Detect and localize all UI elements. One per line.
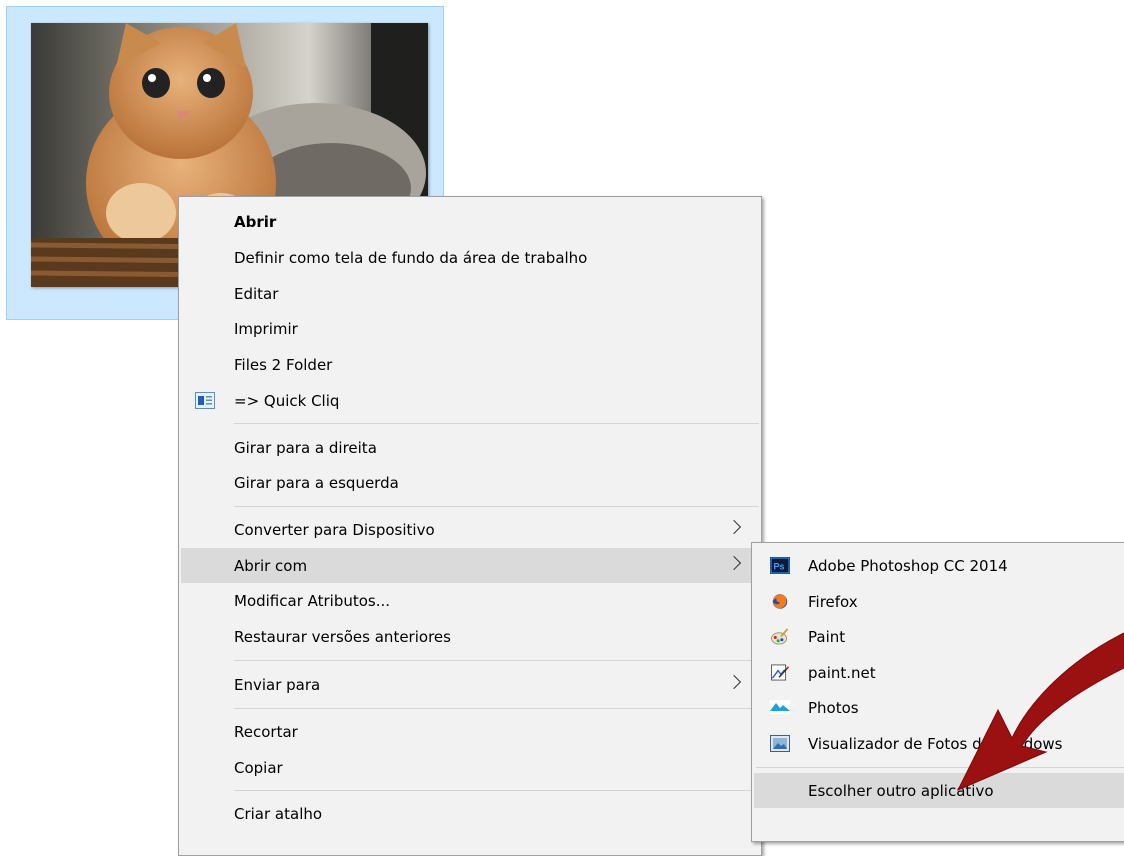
context-menu: Abrir Definir como tela de fundo da área… <box>178 196 762 856</box>
submenu-item-photo-viewer[interactable]: Visualizador de Fotos do Windows <box>754 726 1124 761</box>
submenu-item-photos[interactable]: Photos <box>754 690 1124 725</box>
photoshop-icon: Ps <box>770 557 790 574</box>
menu-item-copiar[interactable]: Copiar <box>181 750 759 785</box>
chevron-right-icon <box>726 555 742 571</box>
menu-item-label: Modificar Atributos... <box>234 591 391 610</box>
menu-separator <box>234 423 759 424</box>
menu-item-label: Converter para Dispositivo <box>234 520 435 539</box>
menu-item-label: Enviar para <box>234 675 321 694</box>
svg-text:Ps: Ps <box>774 562 785 572</box>
menu-item-files-2-folder[interactable]: Files 2 Folder <box>181 347 759 382</box>
menu-separator <box>234 790 759 791</box>
chevron-right-icon <box>726 519 742 535</box>
menu-item-label: Girar para a esquerda <box>234 473 399 492</box>
menu-item-label: Girar para a direita <box>234 438 377 457</box>
paintnet-icon <box>771 664 790 681</box>
menu-item-set-wallpaper[interactable]: Definir como tela de fundo da área de tr… <box>181 240 759 275</box>
menu-separator <box>234 506 759 507</box>
firefox-icon <box>772 594 788 609</box>
chevron-right-icon <box>726 674 742 690</box>
submenu-item-paintnet[interactable]: paint.net <box>754 655 1124 690</box>
submenu-separator <box>756 767 1124 768</box>
submenu-item-paint[interactable]: Paint <box>754 619 1124 654</box>
submenu-item-label: Paint <box>808 627 846 646</box>
menu-item-label: Recortar <box>234 722 298 741</box>
open-with-submenu: Ps Adobe Photoshop CC 2014 Firefox Paint… <box>751 542 1124 842</box>
submenu-item-firefox[interactable]: Firefox <box>754 584 1124 619</box>
menu-item-create-shortcut[interactable]: Criar atalho <box>181 796 759 831</box>
submenu-item-label: Firefox <box>808 592 858 611</box>
menu-item-restore-versions[interactable]: Restaurar versões anteriores <box>181 619 759 654</box>
menu-item-rotate-left[interactable]: Girar para a esquerda <box>181 465 759 500</box>
menu-item-modify-attributes[interactable]: Modificar Atributos... <box>181 583 759 618</box>
quick-cliq-icon <box>195 392 215 409</box>
menu-item-imprimir[interactable]: Imprimir <box>181 311 759 346</box>
menu-item-send-to[interactable]: Enviar para <box>181 667 759 702</box>
menu-item-open-with[interactable]: Abrir com <box>181 548 759 583</box>
menu-item-recortar[interactable]: Recortar <box>181 714 759 749</box>
menu-separator <box>234 708 759 709</box>
submenu-item-choose-other-app[interactable]: Escolher outro aplicativo <box>754 773 1124 808</box>
submenu-item-label: Photos <box>808 698 859 717</box>
menu-item-label: Copiar <box>234 758 283 777</box>
paint-icon <box>771 628 789 645</box>
menu-item-label: Abrir <box>234 212 277 231</box>
menu-item-convert-device[interactable]: Converter para Dispositivo <box>181 512 759 547</box>
menu-item-label: Editar <box>234 284 279 303</box>
photo-viewer-icon <box>770 735 790 752</box>
menu-item-label: Files 2 Folder <box>234 355 333 374</box>
submenu-item-label: Adobe Photoshop CC 2014 <box>808 556 1008 575</box>
menu-separator <box>234 660 759 661</box>
menu-item-label: Abrir com <box>234 556 308 575</box>
menu-item-abrir[interactable]: Abrir <box>181 204 759 239</box>
menu-item-label: Restaurar versões anteriores <box>234 627 451 646</box>
menu-item-label: Criar atalho <box>234 804 323 823</box>
submenu-item-photoshop[interactable]: Ps Adobe Photoshop CC 2014 <box>754 548 1124 583</box>
photos-icon <box>770 700 790 714</box>
menu-item-label: Definir como tela de fundo da área de tr… <box>234 248 588 267</box>
menu-item-label: Imprimir <box>234 319 298 338</box>
menu-item-label: => Quick Cliq <box>234 391 340 410</box>
submenu-item-label: Visualizador de Fotos do Windows <box>808 734 1063 753</box>
menu-item-editar[interactable]: Editar <box>181 276 759 311</box>
menu-item-quick-cliq[interactable]: => Quick Cliq <box>181 383 759 418</box>
submenu-item-label: Escolher outro aplicativo <box>808 781 994 800</box>
menu-item-rotate-right[interactable]: Girar para a direita <box>181 430 759 465</box>
submenu-item-label: paint.net <box>808 663 876 682</box>
